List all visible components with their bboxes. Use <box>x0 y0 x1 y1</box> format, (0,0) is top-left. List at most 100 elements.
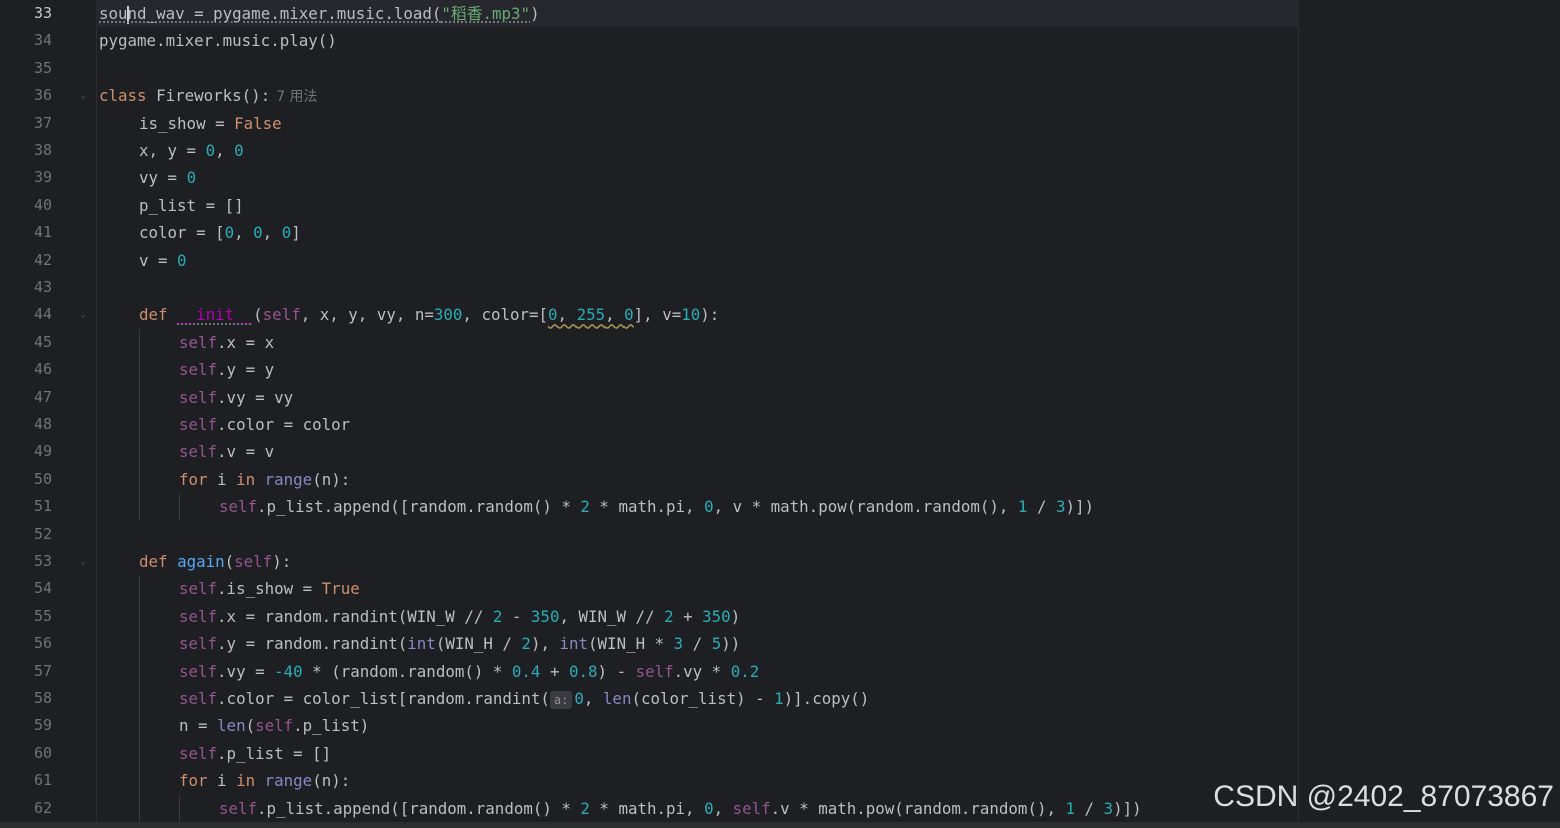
line-number: 42 <box>33 250 52 269</box>
code-line[interactable]: p_list = [] <box>139 192 244 219</box>
code-token: x, y = <box>139 141 206 160</box>
line-number: 55 <box>33 606 52 625</box>
code-token: .y = y <box>217 360 275 380</box>
code-line[interactable]: for i in range(n): <box>179 767 350 794</box>
code-line[interactable]: sound_wav = pygame.mixer.music.load("稻香.… <box>96 0 1299 28</box>
line-number: 58 <box>33 689 52 707</box>
code-line[interactable]: self.color = color <box>179 411 350 438</box>
keyword-token: in <box>236 771 256 791</box>
code-token: ) - <box>597 661 636 681</box>
code-line[interactable]: self.y = random.randint(int(WIN_H / 2), … <box>179 630 740 657</box>
number-token: 3 <box>673 634 684 654</box>
code-line[interactable]: self.color = color_list[random.randint(a… <box>179 685 869 712</box>
code-token: ) <box>530 4 540 23</box>
code-line[interactable]: self.x = random.randint(WIN_W // 2 - 350… <box>179 603 740 630</box>
code-line[interactable]: self.p_list.append([random.random() * 2 … <box>219 795 1142 822</box>
code-line[interactable]: self.x = x <box>179 329 274 356</box>
fold-chevron-icon[interactable]: ⌄ <box>80 301 86 328</box>
number-token: 3 <box>1103 798 1114 818</box>
fold-chevron-icon[interactable]: ⌄ <box>80 548 86 575</box>
line-number: 46 <box>33 360 52 379</box>
watermark: CSDN @2402_87073867 <box>1213 780 1554 813</box>
line-number: 61 <box>33 771 52 790</box>
code-token: , <box>583 689 603 708</box>
code-line[interactable]: self.y = y <box>179 356 274 383</box>
fold-chevron-icon[interactable]: ⌄ <box>80 82 86 109</box>
code-line[interactable]: self.p_list = [] <box>179 740 331 767</box>
code-token: )]) <box>1113 798 1142 818</box>
code-token: * (random.random() * <box>302 661 512 681</box>
number-token: 1 <box>774 689 784 708</box>
code-line[interactable]: vy = 0 <box>139 164 196 191</box>
line-number: 41 <box>33 223 52 242</box>
code-token: nd_wav = pygame.mixer.music.load( <box>127 4 442 23</box>
line-number: 57 <box>33 661 52 680</box>
number-token: 0 <box>704 497 714 517</box>
number-token: 1 <box>1017 497 1028 517</box>
code-line[interactable]: for i in range(n): <box>179 466 350 493</box>
number-token: 350 <box>530 606 560 626</box>
code-line[interactable]: v = 0 <box>139 247 187 274</box>
code-line[interactable]: self.p_list.append([random.random() * 2 … <box>219 493 1094 520</box>
code-token: .p_list.append([random.random() * <box>257 798 581 818</box>
code-line[interactable]: class Fireworks(): 7 用法 <box>99 82 318 109</box>
class-name-token: Fireworks(): <box>146 86 271 106</box>
code-token: / <box>1027 497 1056 517</box>
indent-guide <box>139 328 140 521</box>
code-line[interactable]: pygame.mixer.music.play() <box>99 27 337 54</box>
code-editor[interactable]: 33 34 35 36 37 38 39 40 41 42 43 44 45 4… <box>0 0 1560 822</box>
self-token: self <box>219 497 258 517</box>
code-token: , <box>234 223 254 243</box>
function-name-token: again <box>177 552 225 571</box>
code-token: / <box>1075 798 1104 818</box>
code-line[interactable]: self.vy = -40 * (random.random() * 0.4 +… <box>179 658 759 685</box>
builtin-token: len <box>602 689 632 708</box>
line-number: 35 <box>33 58 52 77</box>
code-line[interactable]: is_show = False <box>139 110 282 137</box>
self-token: self <box>179 387 218 407</box>
horizontal-scrollbar[interactable] <box>0 822 1560 828</box>
self-token: self <box>179 360 218 380</box>
code-line[interactable]: self.is_show = True <box>179 575 360 602</box>
code-line[interactable]: n = len(self.p_list) <box>179 712 369 739</box>
line-number-gutter[interactable]: 33 34 35 36 37 38 39 40 41 42 43 44 45 4… <box>0 0 97 822</box>
code-line[interactable]: def __init__(self, x, y, vy, n=300, colo… <box>139 301 719 328</box>
code-line[interactable]: x, y = 0, 0 <box>139 137 244 164</box>
number-token: 1 <box>1065 798 1075 818</box>
code-token: .y = random.randint( <box>217 634 408 654</box>
code-token: .v * math.pow(random.random(), <box>770 798 1066 818</box>
parameter-name-hint: a: <box>549 690 573 709</box>
line-number: 38 <box>33 141 52 159</box>
indent-guide <box>139 575 140 822</box>
self-token: self <box>219 798 258 818</box>
number-token: 2 <box>521 634 531 654</box>
keyword-token: for <box>179 469 208 489</box>
code-area[interactable]: sound_wav = pygame.mixer.music.load("稻香.… <box>96 0 1559 822</box>
code-token: .x = random.randint(WIN_W // <box>217 606 493 626</box>
code-token: p_list = [] <box>139 195 244 215</box>
code-line[interactable]: self.v = v <box>179 438 274 465</box>
number-token: 0.4 <box>511 661 541 681</box>
line-number: 49 <box>33 442 52 461</box>
code-line[interactable]: self.vy = vy <box>179 384 293 411</box>
usages-hint[interactable]: 7 用法 <box>276 89 317 105</box>
keyword-token: def <box>139 552 168 571</box>
code-token: .is_show = <box>217 579 322 599</box>
line-number: 36 <box>33 86 52 105</box>
keyword-token: False <box>234 113 282 133</box>
code-token: i <box>207 469 237 489</box>
code-token: ( <box>224 552 235 571</box>
code-line[interactable]: color = [0, 0, 0] <box>139 219 301 246</box>
code-line[interactable]: def again(self): <box>139 548 291 575</box>
self-token: self <box>732 798 771 818</box>
code-token: , <box>713 798 733 818</box>
code-token: (WIN_H * <box>588 634 674 654</box>
code-token: , <box>605 305 625 325</box>
code-token: ] <box>291 223 301 243</box>
code-token: .vy = vy <box>217 387 294 407</box>
line-number: 37 <box>33 113 52 132</box>
code-token: (WIN_H / <box>435 634 522 654</box>
builtin-token: range <box>264 771 313 791</box>
line-number: 56 <box>33 634 52 653</box>
